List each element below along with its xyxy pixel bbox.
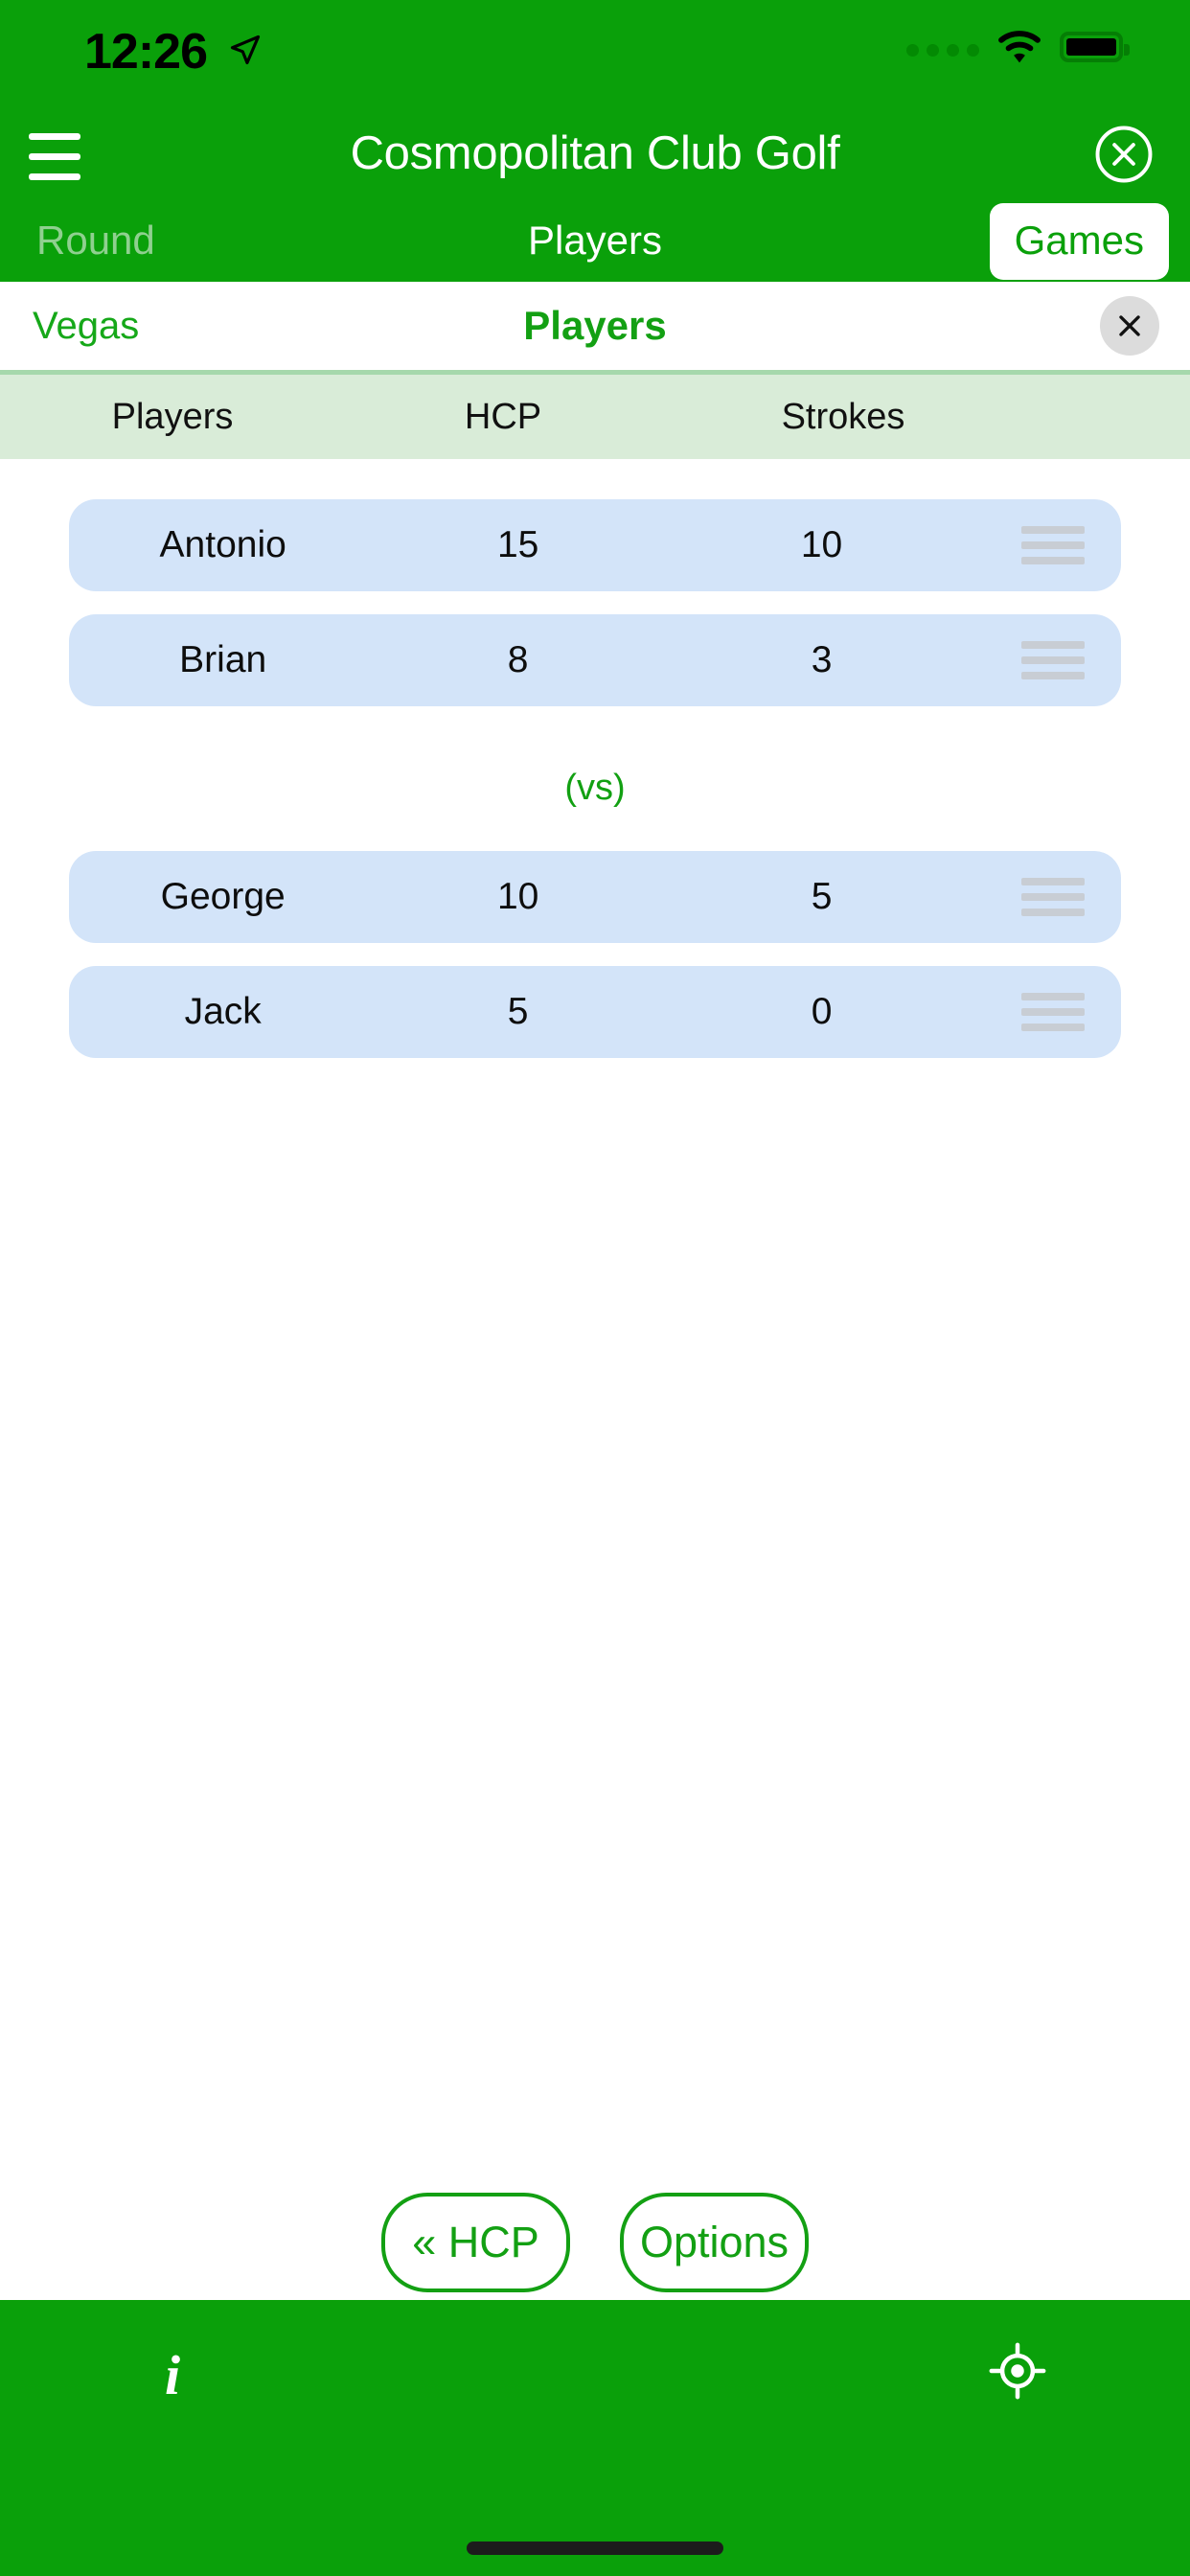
page-title: Cosmopolitan Club Golf [0,126,1190,180]
home-indicator [467,2542,723,2555]
player-strokes: 0 [659,991,984,1033]
player-strokes: 5 [659,876,984,918]
app-header: Cosmopolitan Club Golf [0,113,1190,199]
player-hcp: 5 [377,991,659,1033]
column-header-strokes: Strokes [661,397,1025,438]
table-row[interactable]: George 10 5 [69,851,1121,943]
gps-target-icon[interactable] [989,2342,1046,2400]
close-icon[interactable] [1100,296,1159,356]
player-strokes: 10 [659,524,984,566]
drag-handle-icon[interactable] [984,993,1121,1031]
player-list: Antonio 15 10 Brian 8 3 (vs) George 10 5… [0,459,1190,1058]
player-name: George [69,876,377,918]
battery-icon [1060,32,1123,62]
close-circle-icon[interactable] [1094,125,1154,184]
status-time: 12:26 [84,27,207,77]
player-name: Jack [69,991,377,1033]
status-bar: 12:26 [0,0,1190,113]
sub-header: Vegas Players [0,282,1190,375]
cellular-signal-icon [906,44,979,57]
drag-handle-icon[interactable] [984,878,1121,916]
hcp-back-button[interactable]: « HCP [381,2193,570,2292]
player-name: Brian [69,639,377,681]
player-hcp: 8 [377,639,659,681]
close-x-glyph [1113,310,1146,342]
sub-header-title: Players [0,303,1190,349]
player-hcp: 10 [377,876,659,918]
drag-handle-icon[interactable] [984,526,1121,564]
table-row[interactable]: Brian 8 3 [69,614,1121,706]
status-indicators [906,29,1123,65]
location-arrow-icon [228,33,263,67]
table-header-row: Players HCP Strokes [0,375,1190,459]
drag-handle-icon[interactable] [984,641,1121,679]
tab-games[interactable]: Games [990,203,1169,280]
table-row[interactable]: Antonio 15 10 [69,499,1121,591]
bottom-toolbar: i [0,2300,1190,2576]
column-header-players: Players [0,397,345,438]
options-button[interactable]: Options [620,2193,809,2292]
player-hcp: 15 [377,524,659,566]
versus-separator: (vs) [0,729,1190,851]
player-strokes: 3 [659,639,984,681]
table-row[interactable]: Jack 5 0 [69,966,1121,1058]
column-header-hcp: HCP [345,397,661,438]
action-button-bar: « HCP Options [0,2193,1190,2292]
info-icon[interactable]: i [165,2348,180,2404]
wifi-icon [996,29,1042,65]
player-name: Antonio [69,524,377,566]
segment-tab-bar: Round Players Games [0,199,1190,282]
